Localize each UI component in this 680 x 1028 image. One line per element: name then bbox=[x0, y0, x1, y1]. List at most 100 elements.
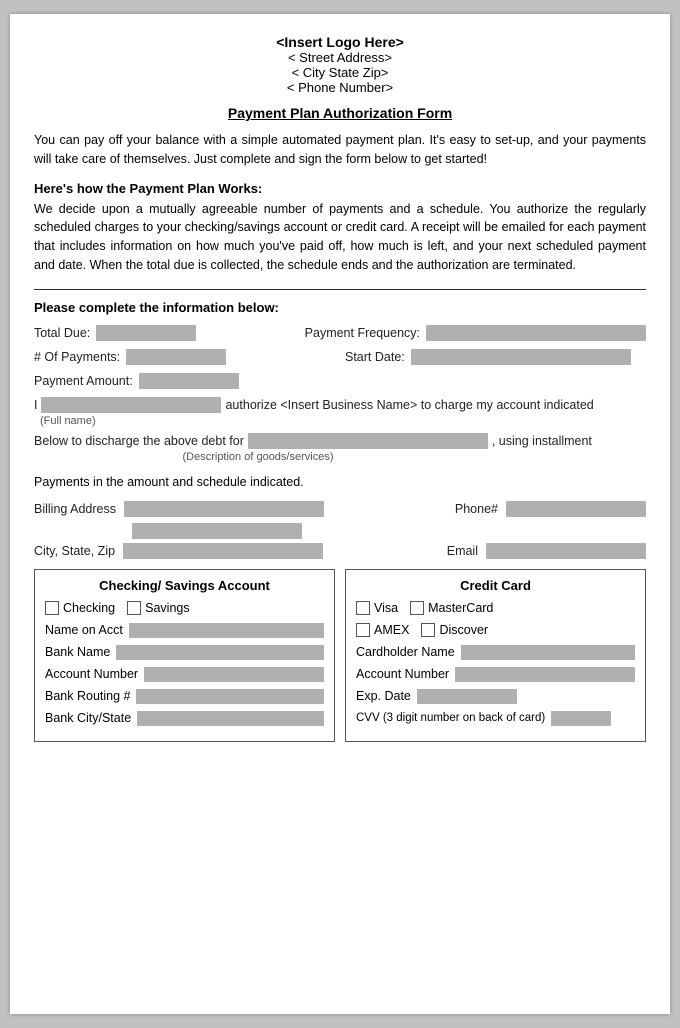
cc-account-number-label: Account Number bbox=[356, 667, 449, 681]
bank-city-state-input[interactable] bbox=[137, 711, 324, 726]
discover-checkbox[interactable] bbox=[421, 623, 435, 637]
billing-address-row: Billing Address Phone# bbox=[34, 501, 646, 517]
discharge-row: Below to discharge the above debt for , … bbox=[34, 433, 646, 449]
exp-date-row: Exp. Date bbox=[356, 689, 635, 704]
billing-address-input[interactable] bbox=[124, 501, 324, 517]
bank-name-label: Bank Name bbox=[45, 645, 110, 659]
how-it-works-body: We decide upon a mutually agreeable numb… bbox=[34, 200, 646, 275]
billing-addr2-row bbox=[34, 523, 646, 539]
checking-label: Checking bbox=[63, 601, 115, 615]
discover-label: Discover bbox=[439, 623, 488, 637]
bank-routing-row: Bank Routing # bbox=[45, 689, 324, 704]
checking-savings-checkboxes: Checking Savings bbox=[45, 601, 324, 615]
row-payments-startdate: # Of Payments: Start Date: bbox=[34, 349, 646, 365]
payment-frequency-input[interactable] bbox=[426, 325, 646, 341]
credit-card-title: Credit Card bbox=[356, 578, 635, 593]
visa-label: Visa bbox=[374, 601, 398, 615]
phone-input[interactable] bbox=[506, 501, 646, 517]
billing-address2-input[interactable] bbox=[132, 523, 302, 539]
num-payments-label: # Of Payments: bbox=[34, 350, 120, 364]
email-input[interactable] bbox=[486, 543, 646, 559]
total-due-input[interactable] bbox=[96, 325, 196, 341]
bank-routing-input[interactable] bbox=[136, 689, 324, 704]
account-number-input[interactable] bbox=[144, 667, 324, 682]
authorize-mid-text: authorize <Insert Business Name> to char… bbox=[225, 398, 593, 412]
checking-checkbox[interactable] bbox=[45, 601, 59, 615]
account-section: Checking/ Savings Account Checking Savin… bbox=[34, 569, 646, 742]
name-on-acct-input[interactable] bbox=[129, 623, 324, 638]
visa-checkbox-item[interactable]: Visa bbox=[356, 601, 398, 615]
credit-card-box: Credit Card Visa MasterCard AMEX bbox=[345, 569, 646, 742]
total-due-label: Total Due: bbox=[34, 326, 90, 340]
start-date-group: Start Date: bbox=[345, 349, 646, 365]
amex-checkbox-item[interactable]: AMEX bbox=[356, 623, 409, 637]
divider bbox=[34, 289, 646, 290]
bank-name-row: Bank Name bbox=[45, 645, 324, 660]
mastercard-checkbox-item[interactable]: MasterCard bbox=[410, 601, 493, 615]
checking-checkbox-item[interactable]: Checking bbox=[45, 601, 115, 615]
city-state-zip: < City State Zip> bbox=[34, 65, 646, 80]
city-state-row: City, State, Zip Email bbox=[34, 543, 646, 559]
billing-address-label: Billing Address bbox=[34, 502, 116, 516]
using-installment-text: , using installment bbox=[492, 434, 592, 448]
amex-checkbox[interactable] bbox=[356, 623, 370, 637]
page: <Insert Logo Here> < Street Address> < C… bbox=[10, 14, 670, 1014]
phone-label: Phone# bbox=[455, 502, 498, 516]
start-date-label: Start Date: bbox=[345, 350, 405, 364]
mastercard-checkbox[interactable] bbox=[410, 601, 424, 615]
payment-amount-label: Payment Amount: bbox=[34, 374, 133, 388]
cardholder-name-label: Cardholder Name bbox=[356, 645, 455, 659]
total-due-group: Total Due: bbox=[34, 325, 295, 341]
payment-frequency-label: Payment Frequency: bbox=[305, 326, 420, 340]
full-name-sublabel: (Full name) bbox=[36, 415, 646, 427]
phone-number: < Phone Number> bbox=[34, 80, 646, 95]
cardholder-name-input[interactable] bbox=[461, 645, 635, 660]
payment-amount-input[interactable] bbox=[139, 373, 239, 389]
savings-checkbox[interactable] bbox=[127, 601, 141, 615]
city-state-zip-label: City, State, Zip bbox=[34, 544, 115, 558]
name-on-acct-label: Name on Acct bbox=[45, 623, 123, 637]
cvv-row: CVV (3 digit number on back of card) bbox=[356, 711, 635, 726]
amex-label: AMEX bbox=[374, 623, 409, 637]
checking-savings-box: Checking/ Savings Account Checking Savin… bbox=[34, 569, 335, 742]
num-payments-group: # Of Payments: bbox=[34, 349, 335, 365]
billing-section: Billing Address Phone# City, State, Zip … bbox=[34, 501, 646, 559]
street-address: < Street Address> bbox=[34, 50, 646, 65]
cvv-label: CVV (3 digit number on back of card) bbox=[356, 712, 545, 724]
row-total-frequency: Total Due: Payment Frequency: bbox=[34, 325, 646, 341]
below-text: Below to discharge the above debt for bbox=[34, 434, 244, 448]
name-on-acct-row: Name on Acct bbox=[45, 623, 324, 638]
bank-city-state-row: Bank City/State bbox=[45, 711, 324, 726]
header: <Insert Logo Here> < Street Address> < C… bbox=[34, 34, 646, 95]
cc-account-number-row: Account Number bbox=[356, 667, 635, 682]
discover-checkbox-item[interactable]: Discover bbox=[421, 623, 488, 637]
logo-text: <Insert Logo Here> bbox=[34, 34, 646, 50]
cvv-input[interactable] bbox=[551, 711, 611, 726]
card-type-row2: AMEX Discover bbox=[356, 623, 635, 637]
bank-city-state-label: Bank City/State bbox=[45, 711, 131, 725]
card-type-row1: Visa MasterCard bbox=[356, 601, 635, 615]
savings-label: Savings bbox=[145, 601, 189, 615]
description-input[interactable] bbox=[248, 433, 488, 449]
exp-date-input[interactable] bbox=[417, 689, 517, 704]
full-name-input[interactable] bbox=[41, 397, 221, 413]
cc-account-number-input[interactable] bbox=[455, 667, 635, 682]
start-date-input[interactable] bbox=[411, 349, 631, 365]
num-payments-input[interactable] bbox=[126, 349, 226, 365]
payment-frequency-group: Payment Frequency: bbox=[305, 325, 646, 341]
complete-label: Please complete the information below: bbox=[34, 300, 646, 315]
form-title: Payment Plan Authorization Form bbox=[34, 105, 646, 121]
savings-checkbox-item[interactable]: Savings bbox=[127, 601, 189, 615]
i-label: I bbox=[34, 398, 37, 412]
cardholder-name-row: Cardholder Name bbox=[356, 645, 635, 660]
exp-date-label: Exp. Date bbox=[356, 689, 411, 703]
desc-sublabel: (Description of goods/services) bbox=[138, 451, 378, 463]
authorize-row: I authorize <Insert Business Name> to ch… bbox=[34, 397, 646, 413]
checking-savings-title: Checking/ Savings Account bbox=[45, 578, 324, 593]
how-it-works-title: Here's how the Payment Plan Works: bbox=[34, 181, 646, 196]
visa-checkbox[interactable] bbox=[356, 601, 370, 615]
mastercard-label: MasterCard bbox=[428, 601, 493, 615]
city-state-zip-input[interactable] bbox=[123, 543, 323, 559]
payments-in-text: Payments in the amount and schedule indi… bbox=[34, 475, 646, 489]
bank-name-input[interactable] bbox=[116, 645, 324, 660]
